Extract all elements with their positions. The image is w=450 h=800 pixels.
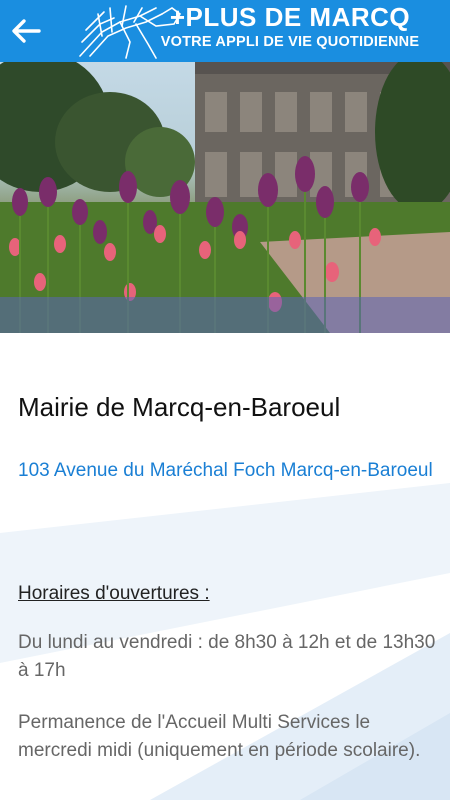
- place-title: Mairie de Marcq-en-Baroeul: [18, 392, 341, 422]
- hours-heading: Horaires d'ouvertures :: [18, 583, 210, 604]
- brand-subtitle: VOTRE APPLI DE VIE QUOTIDIENNE: [160, 34, 420, 50]
- app-logo: +PLUS DE MARCQ VOTRE APPLI DE VIE QUOTID…: [160, 2, 420, 52]
- back-button[interactable]: [6, 11, 46, 51]
- address-link[interactable]: 103 Avenue du Maréchal Foch Marcq-en-Bar…: [18, 457, 438, 485]
- permanence-note: Permanence de l'Accueil Multi Services l…: [18, 712, 421, 761]
- opening-hours: Du lundi au vendredi : de 8h30 à 12h et …: [18, 632, 436, 681]
- brand-title: +PLUS DE MARCQ: [169, 2, 411, 32]
- hero-photo: [0, 62, 450, 333]
- app-header: +PLUS DE MARCQ VOTRE APPLI DE VIE QUOTID…: [0, 0, 450, 62]
- arrow-left-icon: [12, 19, 41, 43]
- place-details: Mairie de Marcq-en-Baroeul 103 Avenue du…: [0, 333, 450, 800]
